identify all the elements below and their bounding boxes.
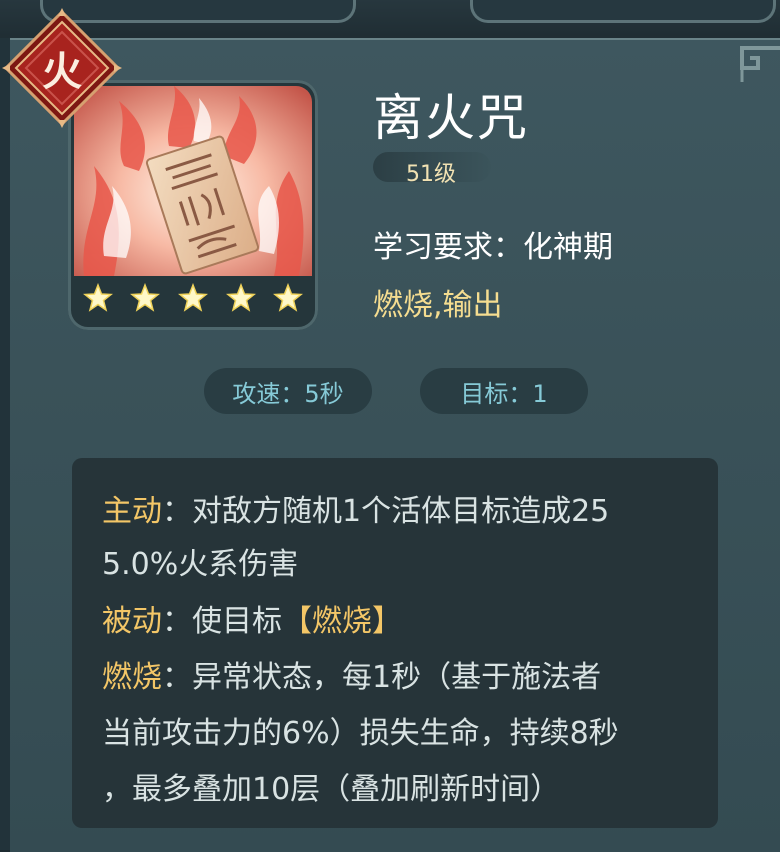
star-icon [130, 283, 161, 312]
element-glyph: 火 [42, 49, 82, 95]
top-tab-right [470, 0, 776, 23]
skill-level: 51级 [406, 162, 456, 187]
star-rating [74, 278, 312, 318]
active-text-1: ：对敌方随机1个活体目标造成25 [162, 494, 610, 529]
desc-burn-line-2: 当前攻击力的6%）损失生命，持续8秒 [102, 708, 619, 752]
star-icon [177, 283, 208, 312]
active-text-2: 5.0%火系伤害 [102, 547, 299, 582]
passive-status-link[interactable]: 【燃烧】 [282, 604, 402, 639]
fire-element-badge-icon: 火 [2, 8, 122, 128]
skill-tags: 燃烧,输出 [373, 288, 503, 323]
attack-speed-text: 攻速：5秒 [232, 379, 344, 408]
desc-active-line-2: 5.0%火系伤害 [102, 539, 298, 583]
desc-burn-line-3: ，最多叠加10层（叠加刷新时间） [102, 764, 560, 808]
desc-burn-line-1: 燃烧：异常状态，每1秒（基于施法者 [102, 652, 601, 696]
burn-text-1: ：异常状态，每1秒（基于施法者 [162, 660, 602, 695]
learn-requirement: 学习要求：化神期 [373, 230, 613, 265]
target-count-text: 目标：1 [460, 379, 548, 408]
burn-text-3: ，最多叠加10层（叠加刷新时间） [102, 772, 561, 807]
star-icon [82, 283, 113, 312]
star-icon [225, 283, 256, 312]
target-count-pill: 目标：1 [420, 368, 588, 414]
active-label: 主动 [102, 494, 162, 529]
burn-label: 燃烧 [102, 660, 162, 695]
skill-name: 离火咒 [373, 89, 529, 147]
attack-speed-pill: 攻速：5秒 [204, 368, 372, 414]
corner-ornament-icon [740, 46, 780, 82]
desc-active-line-1: 主动：对敌方随机1个活体目标造成25 [102, 486, 609, 530]
desc-passive-line: 被动：使目标【燃烧】 [102, 596, 402, 640]
passive-label: 被动 [102, 604, 162, 639]
star-icon [273, 283, 304, 312]
burn-text-2: 当前攻击力的6%）损失生命，持续8秒 [102, 716, 619, 751]
passive-text: ：使目标 [162, 604, 282, 639]
